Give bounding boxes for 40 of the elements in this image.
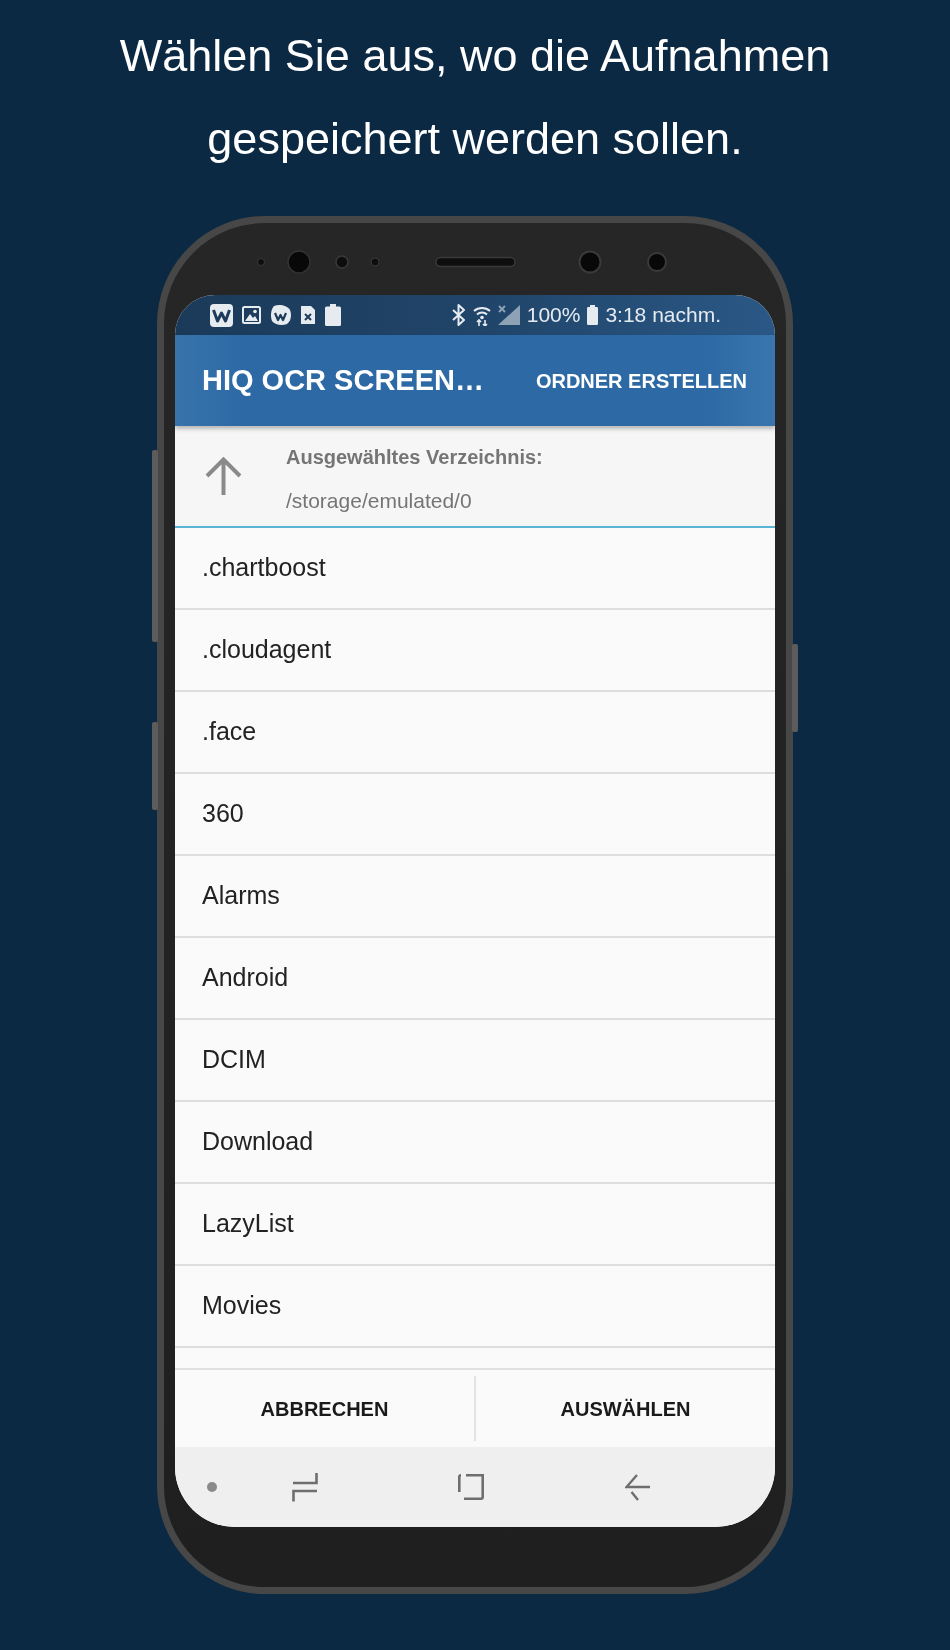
directory-label: Ausgewähltes Verzeichnis: <box>286 445 543 470</box>
app-title: HIQ OCR SCREEN… <box>202 362 484 398</box>
status-time: 3:18 nachm. <box>605 303 721 327</box>
directory-path: /storage/emulated/0 <box>286 488 473 514</box>
sensor-icon <box>370 257 380 267</box>
signal-icon <box>497 305 520 325</box>
folder-item[interactable]: 360 <box>175 774 775 856</box>
sensor-icon <box>335 255 349 269</box>
app-icon <box>210 303 233 327</box>
cancel-button[interactable]: ABBRECHEN <box>175 1370 474 1447</box>
headline-text: Wählen Sie aus, wo die Aufnahmen gespeichert werden sollen. <box>118 29 832 166</box>
camera-icon <box>647 252 667 272</box>
up-arrow-icon[interactable] <box>205 457 242 495</box>
folder-item[interactable]: Movies <box>175 1266 775 1348</box>
camera-icon <box>287 250 311 274</box>
create-folder-button[interactable]: ORDNER ERSTELLEN <box>535 365 747 396</box>
folder-item[interactable]: .cloudagent <box>175 610 775 692</box>
recent-apps-icon[interactable] <box>292 1472 318 1502</box>
camera-icon <box>578 250 602 274</box>
file-icon <box>300 305 316 325</box>
battery-icon <box>587 305 599 325</box>
folder-item[interactable]: Android <box>175 938 775 1020</box>
image-icon <box>242 306 261 324</box>
wifi-icon <box>472 304 491 326</box>
bluetooth-icon <box>450 304 466 326</box>
battery-icon <box>325 304 341 326</box>
sensor-icon <box>257 258 265 266</box>
folder-item[interactable]: DCIM <box>175 1020 775 1102</box>
folder-item[interactable]: Download <box>175 1102 775 1184</box>
speaker-grille-icon <box>435 256 516 268</box>
battery-percentage: 100% <box>526 303 581 327</box>
folder-item[interactable]: .chartboost <box>175 528 775 610</box>
folder-item[interactable]: LazyList <box>175 1184 775 1266</box>
back-icon[interactable] <box>625 1473 650 1501</box>
select-button[interactable]: AUSWÄHLEN <box>476 1370 775 1447</box>
dot-icon <box>207 1482 217 1492</box>
home-icon[interactable] <box>458 1474 484 1500</box>
folder-item[interactable]: .face <box>175 692 775 774</box>
folder-item[interactable]: Alarms <box>175 856 775 938</box>
app-icon <box>270 304 291 326</box>
